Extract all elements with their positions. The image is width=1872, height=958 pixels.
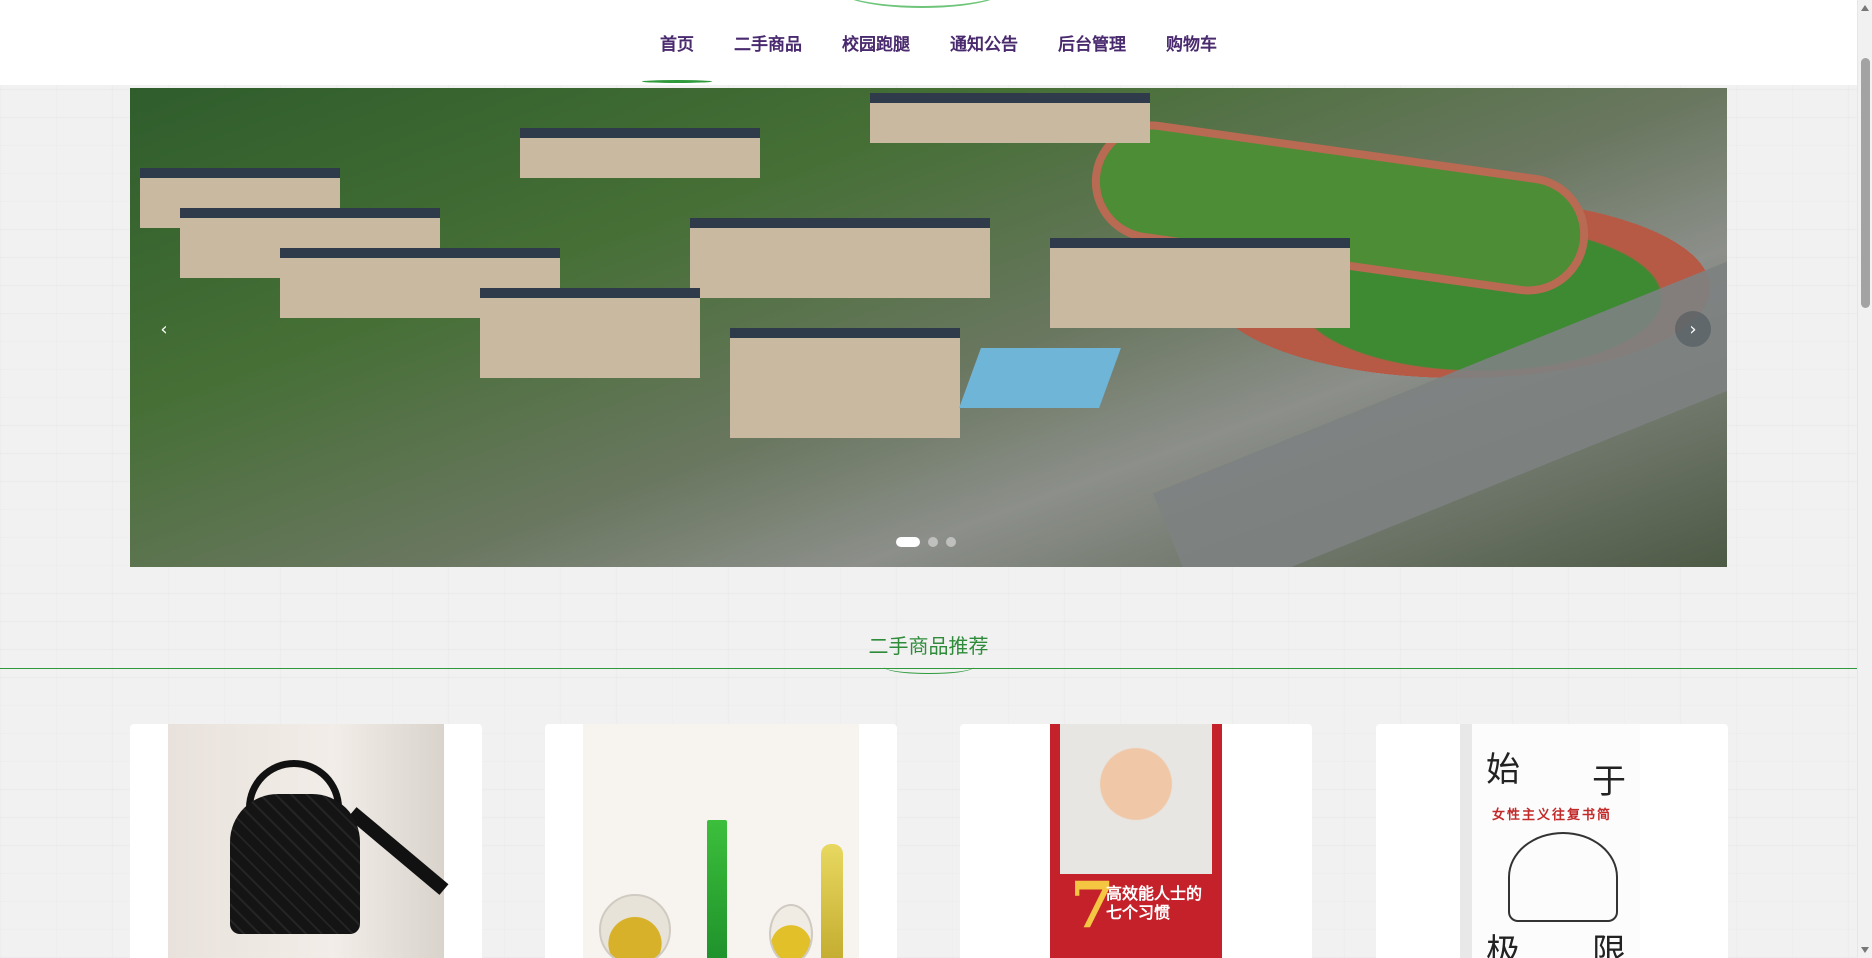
product-image-bag xyxy=(168,724,449,958)
scroll-up-icon[interactable] xyxy=(1861,5,1869,11)
book-cover-photo xyxy=(1060,724,1212,874)
carousel-dot[interactable] xyxy=(896,537,920,547)
carousel-next-icon[interactable]: › xyxy=(1675,311,1711,347)
product-image-glassware xyxy=(583,724,859,958)
banner-carousel[interactable]: ‹ › xyxy=(130,88,1727,567)
product-card[interactable]: 7 高效能人士的 七个习惯 xyxy=(960,724,1312,958)
nav-item-second-hand[interactable]: 二手商品 xyxy=(714,0,822,85)
scroll-thumb[interactable] xyxy=(1861,58,1870,308)
nav-item-home[interactable]: 首页 xyxy=(640,0,714,85)
nav-item-cart[interactable]: 购物车 xyxy=(1146,0,1237,85)
nav-item-notices[interactable]: 通知公告 xyxy=(930,0,1038,85)
product-image-book: 始 于 女性主义往复书简 极 限 xyxy=(1460,724,1640,958)
book-cover-char: 始 xyxy=(1486,750,1520,790)
section-title: 二手商品推荐 xyxy=(868,634,989,658)
carousel-dot[interactable] xyxy=(946,537,956,547)
book-cover-char: 极 xyxy=(1486,932,1520,958)
product-card[interactable] xyxy=(545,724,897,958)
campus-building xyxy=(870,93,1150,143)
glass-flask xyxy=(599,894,671,958)
section-divider-arc xyxy=(884,660,974,674)
campus-building xyxy=(1050,238,1350,328)
book-cover-title-line: 高效能人士的 xyxy=(1106,884,1203,903)
scroll-down-icon[interactable] xyxy=(1861,947,1869,953)
bag-strap xyxy=(347,807,449,895)
book-cover-title-line: 七个习惯 xyxy=(1106,903,1171,923)
nav-item-errands[interactable]: 校园跑腿 xyxy=(822,0,930,85)
page-scrollbar[interactable] xyxy=(1857,0,1872,958)
nav-item-admin[interactable]: 后台管理 xyxy=(1038,0,1146,85)
carousel-dot[interactable] xyxy=(928,537,938,547)
carousel-prev-icon[interactable]: ‹ xyxy=(146,311,182,347)
campus-building xyxy=(690,218,990,298)
campus-building xyxy=(730,328,960,438)
carousel-indicators xyxy=(896,537,956,547)
main-nav: 首页 二手商品 校园跑腿 通知公告 后台管理 购物车 xyxy=(640,0,1237,85)
book-cover-char: 限 xyxy=(1592,932,1626,958)
book-cover-title: 高效能人士的 七个习惯 xyxy=(1106,884,1202,922)
book-cover-illustration xyxy=(1508,832,1618,922)
glass-bottle xyxy=(821,844,843,958)
top-navbar: 首页 二手商品 校园跑腿 通知公告 后台管理 购物车 xyxy=(0,0,1857,85)
product-image-book: 7 高效能人士的 七个习惯 xyxy=(1050,724,1222,958)
book-cover-char: 于 xyxy=(1592,762,1626,802)
product-card[interactable]: 始 于 女性主义往复书简 极 限 xyxy=(1376,724,1728,958)
campus-pool xyxy=(959,348,1121,408)
glass-tube xyxy=(707,820,727,958)
campus-building xyxy=(520,128,760,178)
bag-body xyxy=(230,794,360,934)
product-card[interactable] xyxy=(130,724,482,958)
book-cover-subtitle: 女性主义往复书简 xyxy=(1492,808,1613,823)
campus-building xyxy=(480,288,700,378)
glass-cup xyxy=(769,904,813,958)
